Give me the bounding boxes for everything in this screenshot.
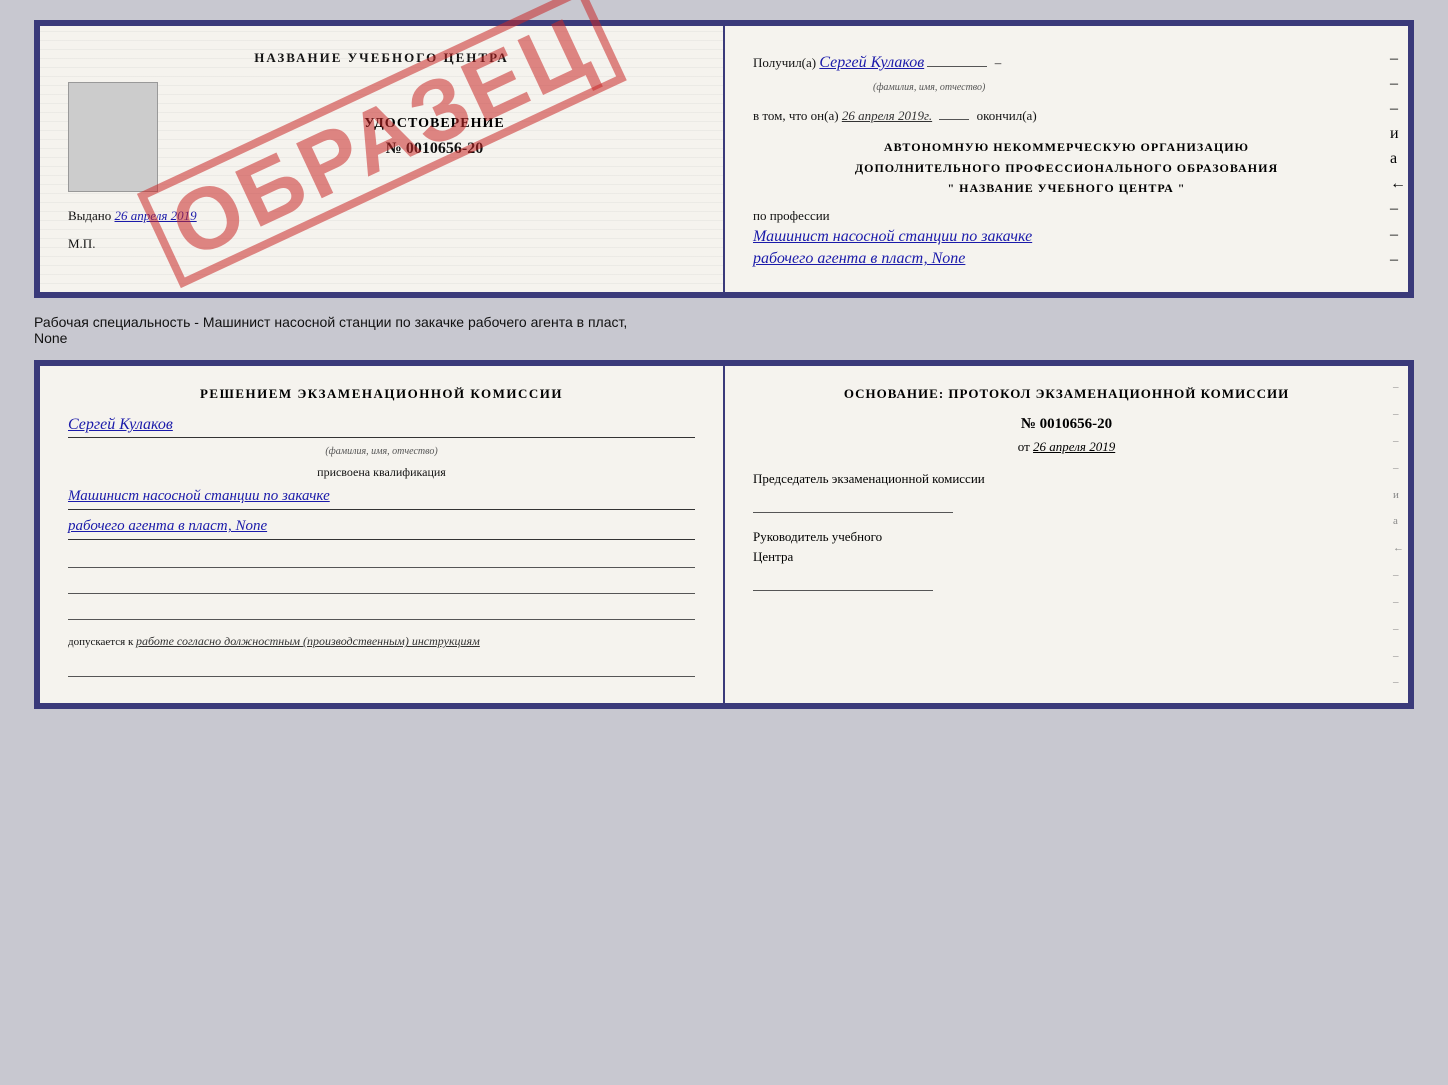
predsedatel-label: Председатель экзаменационной комиссии: [753, 471, 1380, 487]
protocol-date: 26 апреля 2019: [1033, 439, 1115, 454]
profession-value2: рабочего агента в пласт, None: [753, 250, 1380, 268]
bottom-name-hint: (фамилия, имя, отчество): [68, 446, 695, 457]
bottom-right-panel: Основание: протокол экзаменационной коми…: [725, 366, 1408, 703]
rukovoditel-sign-line: [753, 571, 933, 591]
cert-info: УДОСТОВЕРЕНИЕ № 0010656-20: [174, 116, 695, 158]
protocol-date-prefix: от: [1018, 439, 1030, 454]
photo-placeholder: [68, 82, 158, 192]
profession-label: по профессии: [753, 208, 1380, 224]
profession-label-text: по профессии: [753, 208, 830, 223]
qualification2: рабочего агента в пласт, None: [68, 518, 695, 535]
cert-title: УДОСТОВЕРЕНИЕ: [174, 116, 695, 132]
vtom-field: в том, что он(а) 26 апреля 2019г. окончи…: [753, 106, 1380, 127]
qualification2-field: рабочего агента в пласт, None: [68, 518, 695, 540]
assigned-text: присвоена квалификация: [68, 465, 695, 480]
qualification1-field: Машинист насосной станции по закачке: [68, 488, 695, 510]
vydano-line: Выдано 26 апреля 2019: [68, 208, 695, 224]
top-left-panel: НАЗВАНИЕ УЧЕБНОГО ЦЕНТРА УДОСТОВЕРЕНИЕ №…: [40, 26, 725, 292]
sign-line-bottom: [68, 657, 695, 677]
bottom-name-field: Сергей Кулаков: [68, 416, 695, 438]
допускается-label: допускается к: [68, 636, 133, 648]
profession-value1: Машинист насосной станции по закачке: [753, 228, 1380, 246]
sign-line-1: [68, 548, 695, 568]
допускается-value: работе согласно должностным (производств…: [136, 634, 480, 648]
tsentra-label: Центра: [753, 549, 1380, 565]
poluchil-label: Получил(а): [753, 55, 816, 70]
org-line1: АВТОНОМНУЮ НЕКОММЕРЧЕСКУЮ ОРГАНИЗАЦИЮ: [753, 137, 1380, 157]
org-line3: " НАЗВАНИЕ УЧЕБНОГО ЦЕНТРА ": [753, 178, 1380, 198]
vydano-date: 26 апреля 2019: [115, 208, 197, 223]
sign-line-3: [68, 600, 695, 620]
caption-line2: None: [34, 330, 1414, 346]
top-document: НАЗВАНИЕ УЧЕБНОГО ЦЕНТРА УДОСТОВЕРЕНИЕ №…: [34, 20, 1414, 298]
vtom-label: в том, что он(а): [753, 108, 839, 123]
org-block: АВТОНОМНУЮ НЕКОММЕРЧЕСКУЮ ОРГАНИЗАЦИЮ ДО…: [753, 137, 1380, 198]
bottom-document: Решением экзаменационной комиссии Сергей…: [34, 360, 1414, 709]
bottom-section-title: Решением экзаменационной комиссии: [68, 386, 695, 402]
org-line2: ДОПОЛНИТЕЛЬНОГО ПРОФЕССИОНАЛЬНОГО ОБРАЗО…: [753, 158, 1380, 178]
poluchil-field: Получил(а) Сергей Кулаков – (фамилия, им…: [753, 50, 1380, 96]
protocol-date-line: от 26 апреля 2019: [753, 439, 1380, 455]
top-right-panel: Получил(а) Сергей Кулаков – (фамилия, им…: [725, 26, 1408, 292]
допускается-block: допускается к работе согласно должностны…: [68, 634, 695, 649]
qualification1: Машинист насосной станции по закачке: [68, 488, 695, 505]
right-side-marks: – – – и а ← – – –: [1390, 26, 1408, 292]
bottom-right-side-marks: – – – – и а ← – – – – –: [1393, 366, 1404, 703]
bottom-left-panel: Решением экзаменационной комиссии Сергей…: [40, 366, 725, 703]
okonchil-label: окончил(а): [977, 108, 1037, 123]
stamp-area: УДОСТОВЕРЕНИЕ № 0010656-20 ОБРАЗЕЦ: [68, 82, 695, 192]
mp-line: М.П.: [68, 236, 695, 252]
vydano-label: Выдано: [68, 208, 111, 223]
rukovoditel-label: Руководитель учебного: [753, 529, 1380, 545]
dash1: –: [995, 55, 1002, 70]
osnование-label: Основание: протокол экзаменационной коми…: [753, 386, 1380, 402]
caption-line1: Рабочая специальность - Машинист насосно…: [34, 314, 1414, 330]
poluchil-hint: (фамилия, имя, отчество): [873, 82, 985, 93]
poluchil-value: Сергей Кулаков: [819, 54, 924, 71]
bottom-name-value: Сергей Кулаков: [68, 416, 173, 433]
sign-line-2: [68, 574, 695, 594]
predsedatel-sign-line: [753, 493, 953, 513]
caption-area: Рабочая специальность - Машинист насосно…: [34, 310, 1414, 348]
vtom-date: 26 апреля 2019г.: [842, 108, 932, 123]
cert-number: № 0010656-20: [174, 140, 695, 158]
top-center-title: НАЗВАНИЕ УЧЕБНОГО ЦЕНТРА: [68, 50, 695, 66]
protocol-number: № 0010656-20: [753, 416, 1380, 433]
